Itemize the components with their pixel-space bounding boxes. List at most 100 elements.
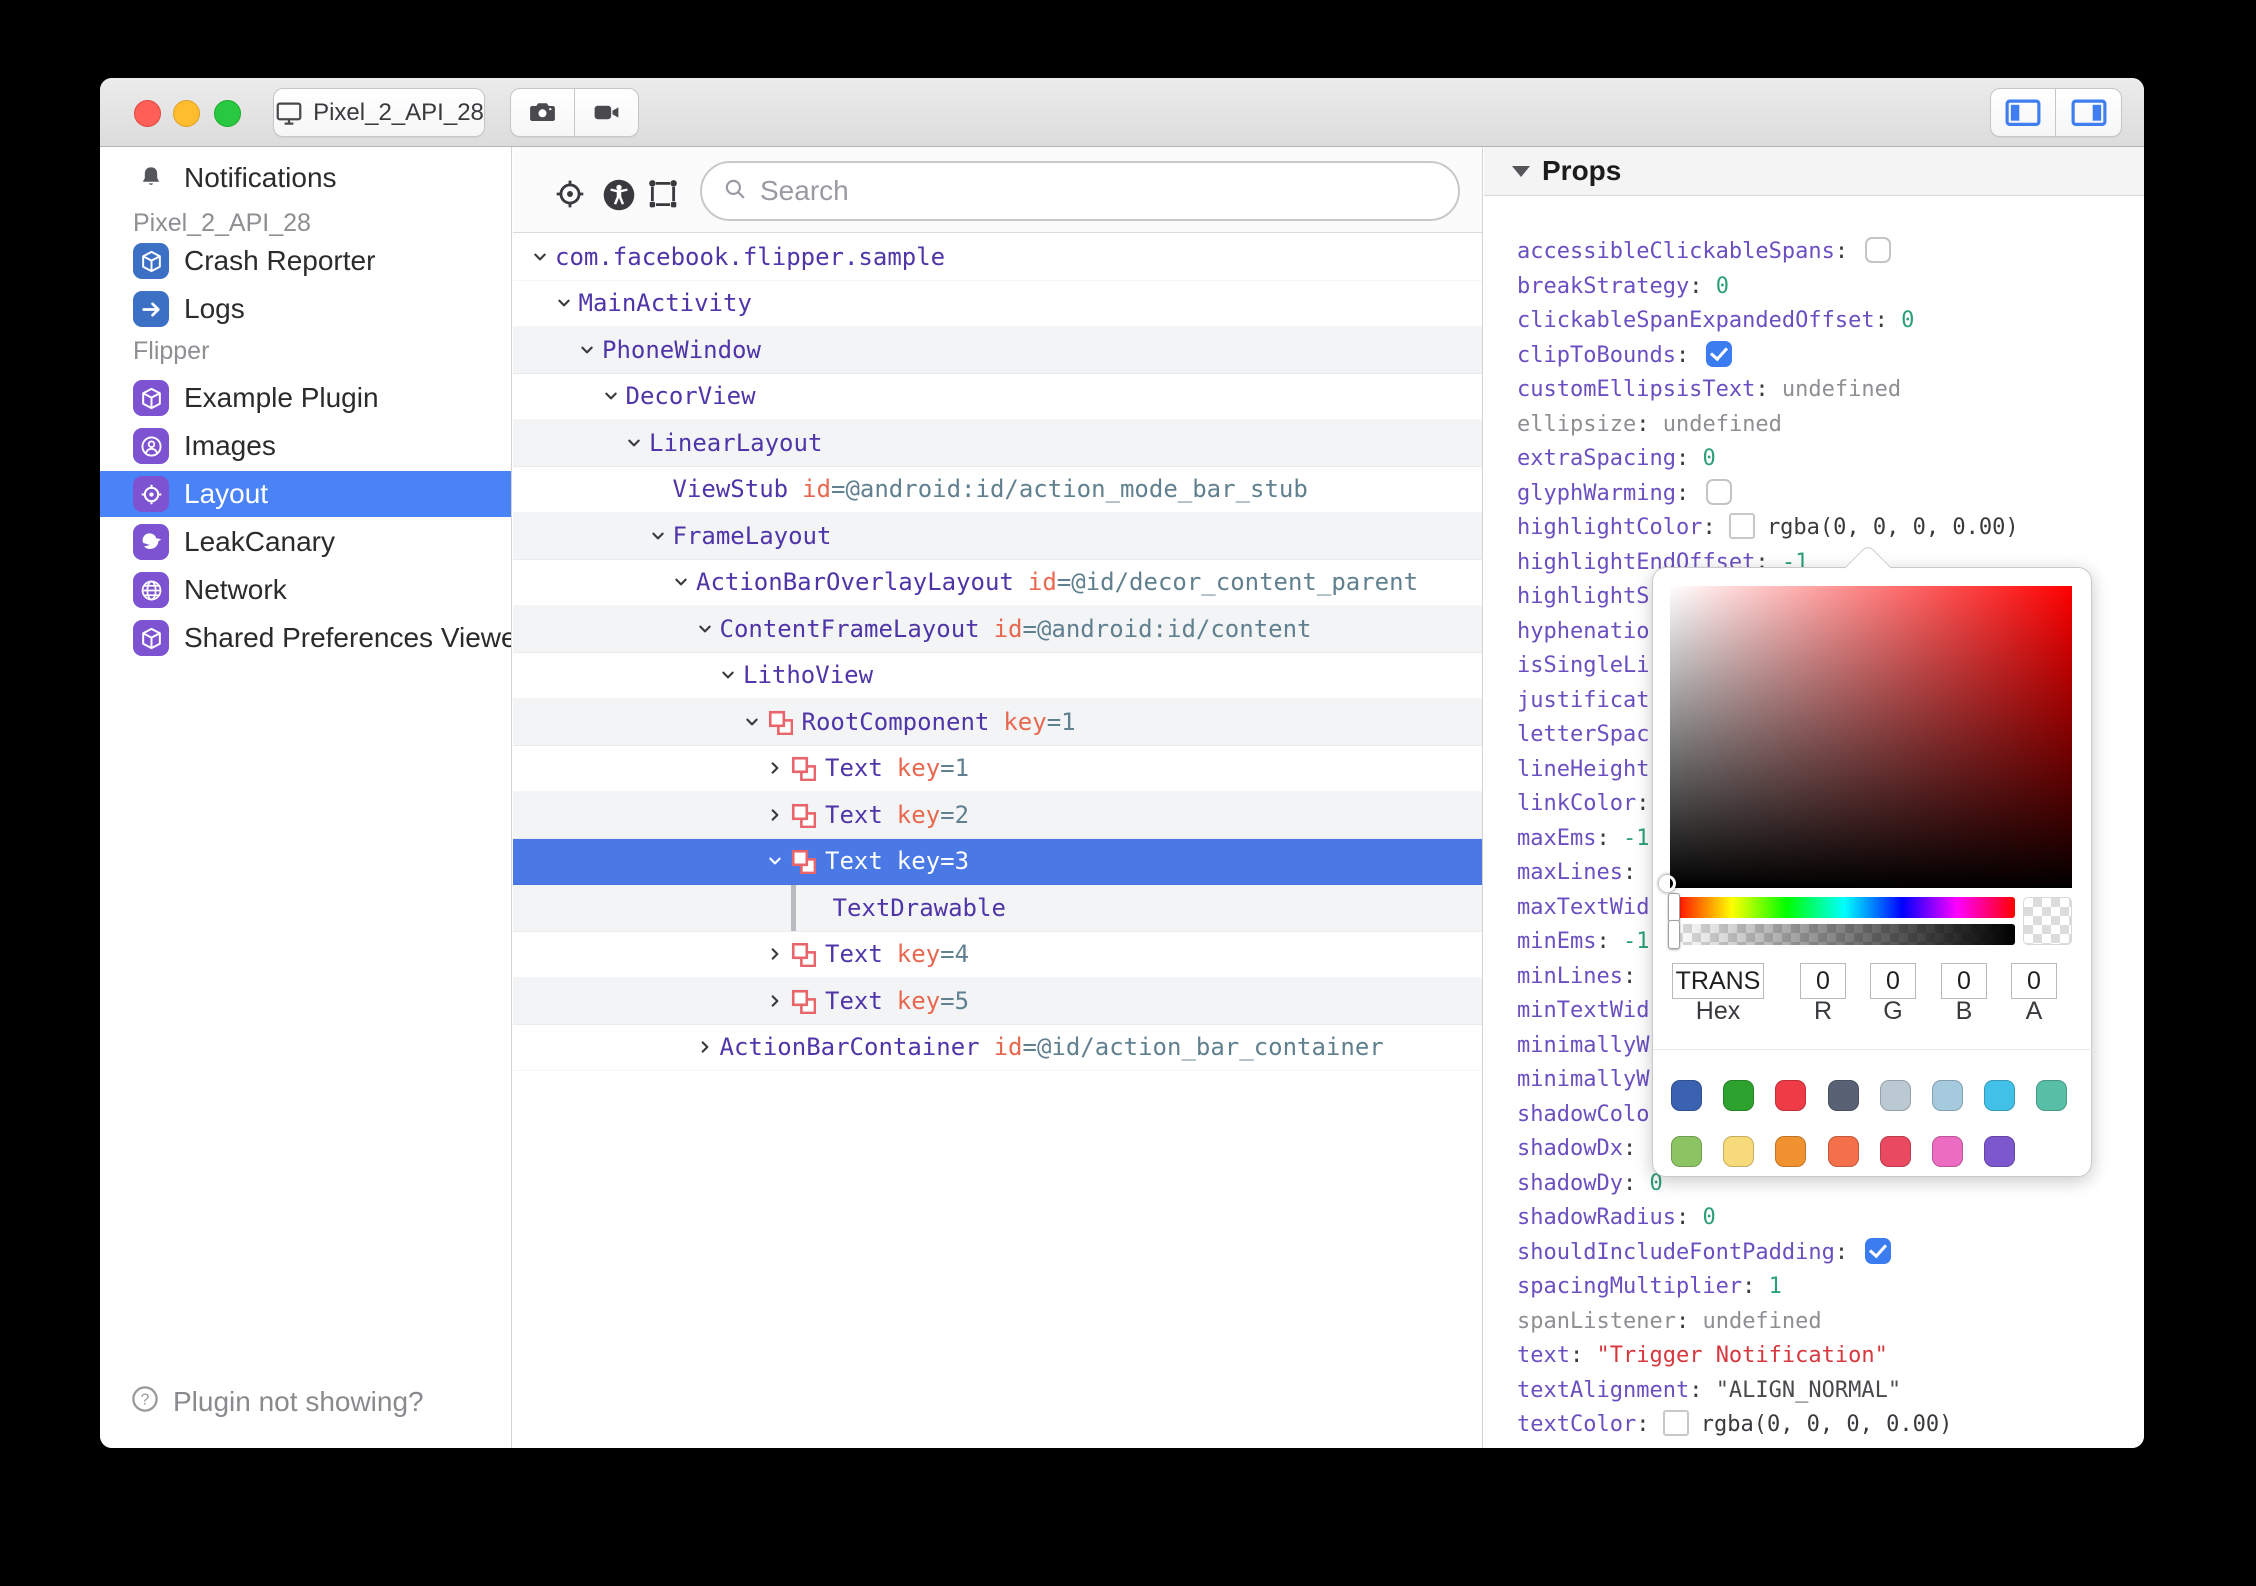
- sidebar-item-shared-preferences-viewer[interactable]: Shared Preferences Viewer: [100, 615, 511, 661]
- close-button[interactable]: [134, 100, 161, 127]
- tree-row-text[interactable]: Text key =3: [513, 838, 1482, 885]
- tree-row-framelayout[interactable]: FrameLayout: [513, 513, 1482, 560]
- sidebar-item-logs[interactable]: Logs: [100, 286, 511, 332]
- prop-value[interactable]: 0: [1702, 446, 1715, 471]
- preset-swatch-f0922f[interactable]: [1775, 1136, 1807, 1167]
- blue-input[interactable]: [1941, 963, 1987, 999]
- tree-row-text[interactable]: Text key =5: [513, 978, 1482, 1025]
- prop-value[interactable]: 0: [1901, 308, 1914, 333]
- tree-row-com-facebook-flipper-sample[interactable]: com.facebook.flipper.sample: [513, 234, 1482, 281]
- red-input[interactable]: [1800, 963, 1846, 999]
- preset-swatch-41c0e8[interactable]: [1984, 1080, 2016, 1111]
- prop-value[interactable]: -1: [1623, 826, 1650, 851]
- hue-slider[interactable]: [1674, 897, 2015, 918]
- tree-row-rootcomponent[interactable]: RootComponent key =1: [513, 699, 1482, 746]
- saturation-cursor[interactable]: [1659, 875, 1676, 892]
- chevron-down-icon[interactable]: [532, 249, 548, 265]
- preset-swatch-e94a62[interactable]: [1879, 1136, 1911, 1167]
- sidebar-item-network[interactable]: Network: [100, 567, 511, 613]
- toggle-left-panel-button[interactable]: [1991, 89, 2056, 136]
- preset-swatch-eb6cc0[interactable]: [1932, 1136, 1963, 1167]
- minimize-button[interactable]: [173, 100, 200, 127]
- prop-value[interactable]: "Trigger Notification": [1596, 1343, 1887, 1368]
- tree-row-contentframelayout[interactable]: ContentFrameLayout id =@android:id/content: [513, 606, 1482, 653]
- preset-swatch-bbc9d3[interactable]: [1879, 1080, 1911, 1111]
- chevron-right-icon[interactable]: [767, 760, 783, 776]
- chevron-down-icon[interactable]: [603, 388, 619, 404]
- sidebar-item-crash-reporter[interactable]: Crash Reporter: [100, 238, 511, 284]
- tree-row-textdrawable[interactable]: TextDrawable: [513, 884, 1482, 932]
- tree-row-text[interactable]: Text key =4: [513, 932, 1482, 979]
- tree-row-text[interactable]: Text key =2: [513, 792, 1482, 839]
- hue-slider-handle[interactable]: [1668, 893, 1680, 922]
- prop-key: glyphWarming: [1517, 480, 1676, 506]
- prop-value[interactable]: 0: [1716, 274, 1729, 299]
- prop-value[interactable]: -1: [1623, 929, 1650, 954]
- device-selector-button[interactable]: Pixel_2_API_28: [273, 88, 485, 137]
- search-input[interactable]: [760, 175, 1438, 207]
- tree-row-linearlayout[interactable]: LinearLayout: [513, 420, 1482, 467]
- chevron-right-icon[interactable]: [697, 1039, 713, 1055]
- chevron-right-icon[interactable]: [767, 946, 783, 962]
- alpha-slider[interactable]: [1674, 924, 2015, 945]
- green-input[interactable]: [1870, 963, 1916, 999]
- zoom-button[interactable]: [214, 100, 241, 127]
- device-name: Pixel_2_API_28: [313, 98, 484, 126]
- preset-swatch-3a62b0[interactable]: [1671, 1080, 1702, 1111]
- prop-value[interactable]: 0: [1702, 1205, 1715, 1230]
- chevron-down-icon[interactable]: [697, 621, 713, 637]
- chevron-right-icon[interactable]: [767, 807, 783, 823]
- preset-swatch-8cc463[interactable]: [1671, 1136, 1702, 1167]
- saturation-gradient[interactable]: [1670, 586, 2072, 888]
- tree-row-lithoview[interactable]: LithoView: [513, 653, 1482, 700]
- tree-row-decorview[interactable]: DecorView: [513, 374, 1482, 421]
- accessibility-icon[interactable]: [601, 177, 637, 218]
- chevron-down-icon[interactable]: [673, 574, 689, 590]
- alpha-slider-handle[interactable]: [1668, 920, 1680, 949]
- chevron-right-icon[interactable]: [767, 993, 783, 1009]
- screenshot-button[interactable]: [511, 89, 575, 136]
- props-header[interactable]: Props: [1484, 147, 2144, 196]
- marquee-select-icon[interactable]: [646, 177, 680, 216]
- tree-row-phonewindow[interactable]: PhoneWindow: [513, 327, 1482, 374]
- tree-row-actionbarcontainer[interactable]: ActionBarContainer id =@id/action_bar_cont…: [513, 1025, 1482, 1072]
- preset-swatch-a5c9dd[interactable]: [1932, 1080, 1963, 1111]
- preset-swatch-596274[interactable]: [1827, 1080, 1859, 1111]
- sidebar-item-leakcanary[interactable]: LeakCanary: [100, 519, 511, 565]
- preset-swatch-2ea22e[interactable]: [1723, 1080, 1755, 1111]
- toggle-right-panel-button[interactable]: [2056, 89, 2121, 136]
- hex-input[interactable]: [1672, 963, 1764, 999]
- chevron-down-icon[interactable]: [579, 342, 595, 358]
- checkbox-checked[interactable]: [1706, 340, 1733, 367]
- chevron-down-icon[interactable]: [744, 714, 760, 730]
- sidebar-item-layout[interactable]: Layout: [100, 471, 511, 517]
- tree-row-actionbaroverlaylayout[interactable]: ActionBarOverlayLayout id =@id/decor_conte…: [513, 560, 1482, 607]
- chevron-down-icon[interactable]: [767, 853, 783, 869]
- preset-swatch-ef3b45[interactable]: [1775, 1080, 1807, 1111]
- checkbox-unchecked[interactable]: [1706, 478, 1733, 505]
- sidebar-item-example-plugin[interactable]: Example Plugin: [100, 375, 511, 421]
- prop-value[interactable]: 1: [1769, 1274, 1782, 1299]
- tree-row-mainactivity[interactable]: MainActivity: [513, 281, 1482, 328]
- preset-swatch-58bfa7[interactable]: [2036, 1080, 2068, 1111]
- preset-swatch-7d57ce[interactable]: [1984, 1136, 2016, 1167]
- alpha-input[interactable]: [2011, 963, 2057, 999]
- chevron-down-icon[interactable]: [556, 295, 572, 311]
- color-swatch-chip[interactable]: [1662, 1410, 1689, 1436]
- sidebar-item-notifications[interactable]: Notifications: [100, 155, 511, 201]
- target-icon[interactable]: [553, 177, 587, 216]
- color-swatch-chip[interactable]: [1728, 513, 1755, 539]
- tree-row-viewstub[interactable]: ViewStub id =@android:id/action_mode_bar_s…: [513, 467, 1482, 514]
- record-button[interactable]: [575, 89, 639, 136]
- checkbox-unchecked[interactable]: [1865, 237, 1892, 263]
- chevron-down-icon[interactable]: [650, 528, 666, 544]
- sidebar-item-images[interactable]: Images: [100, 423, 511, 469]
- preset-swatch-f4704b[interactable]: [1827, 1136, 1859, 1167]
- chevron-down-icon[interactable]: [720, 667, 736, 683]
- tree-row-text[interactable]: Text key =1: [513, 746, 1482, 793]
- preset-swatch-f7da79[interactable]: [1723, 1136, 1755, 1167]
- plugin-not-showing-link[interactable]: ? Plugin not showing?: [100, 1379, 511, 1425]
- checkbox-checked[interactable]: [1865, 1237, 1892, 1264]
- sidebar-item-label: Example Plugin: [184, 382, 379, 413]
- chevron-down-icon[interactable]: [626, 435, 642, 451]
